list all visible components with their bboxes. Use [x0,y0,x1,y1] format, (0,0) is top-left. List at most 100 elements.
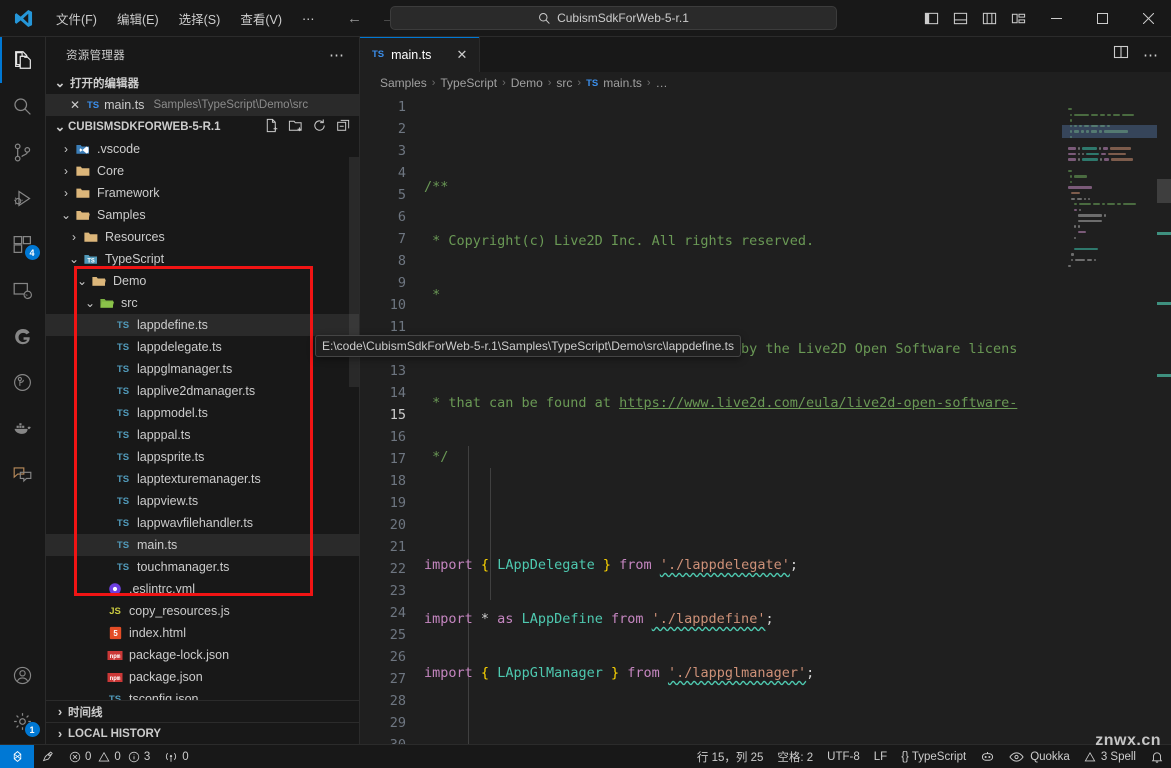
workspace-folder-header[interactable]: ⌄ CUBISMSDKFORWEB-5-R.1 [46,116,359,138]
collapse-all-icon[interactable] [336,118,351,136]
timeline-section-header[interactable]: › 时间线 [46,700,359,722]
local-history-section-header[interactable]: › LOCAL HISTORY [46,722,359,744]
tree-file-lappdelegate-ts[interactable]: TS lappdelegate.ts [46,336,359,358]
status-problems[interactable]: 0 0 3 [62,745,157,768]
tree-file-package-json[interactable]: npm package.json [46,666,359,688]
tree-file-package-lock-json[interactable]: npm package-lock.json [46,644,359,666]
tree-folder-core[interactable]: › Core [46,160,359,182]
tree-file-index-html[interactable]: 5 index.html [46,622,359,644]
sidebar-more-icon[interactable]: ⋯ [325,46,349,64]
command-center-search[interactable]: CubismSdkForWeb-5-r.1 [390,6,837,30]
breadcrumb-item-5[interactable]: … [656,76,668,90]
tree-file-lappview-ts[interactable]: TS lappview.ts [46,490,359,512]
status-quokka[interactable]: Quokka [1002,745,1077,768]
minimap-line [1062,175,1157,179]
status-eol[interactable]: LF [867,745,894,768]
menu-edit[interactable]: 编辑(E) [108,5,168,32]
activity-chat[interactable] [0,451,46,497]
minimap-line [1062,169,1157,174]
tree-file-lapppal-ts[interactable]: TS lapppal.ts [46,424,359,446]
activity-run-and-debug[interactable] [0,175,46,221]
go-back-icon[interactable]: ← [340,6,368,30]
tree-folder-typescript[interactable]: ⌄ TS TypeScript [46,248,359,270]
menu-selection[interactable]: 选择(S) [170,5,230,32]
editor-scrollbar-thumb[interactable] [1157,179,1171,203]
ts-file-icon: TS [116,451,130,463]
activity-git-graph[interactable] [0,359,46,405]
toggle-secondary-sidebar-icon[interactable] [976,6,1002,30]
code-editor[interactable]: 1234567891011121314151617181920212223242… [360,94,1171,744]
activity-source-control[interactable] [0,129,46,175]
activity-remote-explorer[interactable]: >_ [0,267,46,313]
minimap-slider[interactable] [1062,125,1157,138]
breadcrumb-item-3[interactable]: src [556,76,572,90]
activity-accounts[interactable] [0,652,46,698]
tree-folder--vscode[interactable]: › .vscode [46,138,359,160]
indent-guide [468,446,469,744]
menu-file[interactable]: 文件(F) [47,5,106,32]
status-language-mode[interactable]: {} TypeScript [894,745,973,768]
code-content[interactable]: /** * Copyright(c) Live2D Inc. All right… [422,94,1171,744]
refresh-icon[interactable] [312,118,327,136]
tree-file-lappwavfilehandler-ts[interactable]: TS lappwavfilehandler.ts [46,512,359,534]
status-quokka-rocket[interactable] [34,745,62,768]
breadcrumb-item-0[interactable]: Samples [380,76,427,90]
tree-folder-src[interactable]: ⌄ src [46,292,359,314]
tree-file--eslintrc-yml[interactable]: .eslintrc.yml [46,578,359,600]
menu-more[interactable]: ⋯ [293,7,324,30]
split-editor-icon[interactable] [1113,44,1129,65]
status-encoding[interactable]: UTF-8 [820,745,867,768]
tab-main-ts[interactable]: TS main.ts ✕ [360,37,480,72]
minimap-token [1069,180,1073,184]
breadcrumb-item-2[interactable]: Demo [511,76,543,90]
activity-settings[interactable]: 1 [0,698,46,744]
tree-file-lappdefine-ts[interactable]: TS lappdefine.ts [46,314,359,336]
menu-view[interactable]: 查看(V) [231,5,291,32]
minimize-button[interactable] [1033,0,1079,37]
tree-folder-resources[interactable]: › Resources [46,226,359,248]
status-indentation[interactable]: 空格: 2 [770,745,820,768]
tree-file-lappglmanager-ts[interactable]: TS lappglmanager.ts [46,358,359,380]
editor-more-actions-icon[interactable]: ⋯ [1139,46,1163,64]
open-editor-item-main-ts[interactable]: ✕ TS main.ts Samples\TypeScript\Demo\src [46,94,359,116]
tree-file-main-ts[interactable]: TS main.ts [46,534,359,556]
toggle-panel-icon[interactable] [947,6,973,30]
minimap[interactable] [1062,94,1157,744]
tree-folder-demo[interactable]: ⌄ Demo [46,270,359,292]
toggle-primary-sidebar-icon[interactable] [918,6,944,30]
tree-file-lappmodel-ts[interactable]: TS lappmodel.ts [46,402,359,424]
close-icon[interactable]: ✕ [68,98,82,112]
customize-layout-icon[interactable] [1005,6,1031,30]
line-number: 16 [389,429,406,445]
line-number: 3 [397,143,406,159]
tree-file-copy_resources-js[interactable]: JS copy_resources.js [46,600,359,622]
open-editors-section-header[interactable]: ⌄ 打开的编辑器 [46,72,359,94]
close-button[interactable] [1125,0,1171,37]
new-folder-icon[interactable] [288,118,303,136]
tree-folder-framework[interactable]: › Framework [46,182,359,204]
tree-file-lapptexturemanager-ts[interactable]: TS lapptexturemanager.ts [46,468,359,490]
tree-file-lapplive2dmanager-ts[interactable]: TS lapplive2dmanager.ts [46,380,359,402]
file-tree[interactable]: › .vscode › Core › Framework ⌄ Samples › Resource… [46,138,359,700]
breadcrumb-item-1[interactable]: TypeScript [440,76,497,90]
editor-scrollbar[interactable] [1157,94,1171,744]
new-file-icon[interactable] [264,118,279,136]
activity-search[interactable] [0,83,46,129]
activity-gitlens[interactable] [0,313,46,359]
tree-folder-samples[interactable]: ⌄ Samples [46,204,359,226]
status-cursor-position[interactable]: 行 15，列 25 [690,745,770,768]
activity-explorer[interactable] [0,37,46,83]
status-live-share[interactable] [973,745,1002,768]
maximize-button[interactable] [1079,0,1125,37]
activity-extensions[interactable]: 4 [0,221,46,267]
remote-window-indicator[interactable] [0,744,34,768]
tree-file-tsconfig-json[interactable]: TS tsconfig.json [46,688,359,700]
tree-file-touchmanager-ts[interactable]: TS touchmanager.ts [46,556,359,578]
breadcrumb-item-4[interactable]: main.ts [603,76,642,90]
editor-tabs: TS main.ts ✕ ⋯ [360,37,1171,72]
minimap-token [1081,152,1084,156]
tab-close-icon[interactable]: ✕ [456,47,467,63]
status-ports[interactable]: 0 [157,745,195,768]
tree-file-lappsprite-ts[interactable]: TS lappsprite.ts [46,446,359,468]
activity-docker[interactable] [0,405,46,451]
